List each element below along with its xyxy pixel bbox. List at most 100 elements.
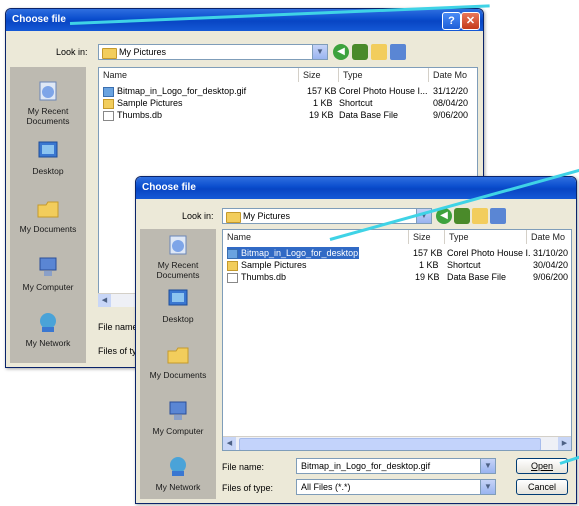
place-label: Desktop xyxy=(162,314,194,324)
file-row[interactable]: Sample Pictures 1 KB Shortcut 08/04/20 xyxy=(103,97,475,109)
view-menu-icon[interactable] xyxy=(490,208,506,224)
file-date: 08/04/20 xyxy=(433,98,469,108)
help-button[interactable]: ? xyxy=(442,12,461,30)
look-in-combo[interactable]: My Pictures ▼ xyxy=(222,208,432,224)
file-size: 157 KB xyxy=(413,248,443,258)
place-my-network[interactable]: My Network xyxy=(10,311,86,348)
column-header-date[interactable]: Date Mo xyxy=(429,68,477,82)
place-desktop[interactable]: Desktop xyxy=(140,287,216,324)
file-row[interactable]: Thumbs.db 19 KB Data Base File 9/06/200 xyxy=(103,109,475,121)
back-arrow-icon[interactable]: ◀ xyxy=(333,44,349,60)
scroll-right-icon[interactable]: ▶ xyxy=(558,437,571,450)
place-my-recent-documents[interactable]: My Recent Documents xyxy=(140,233,216,280)
look-in-label: Look in: xyxy=(56,47,88,57)
chevron-down-icon[interactable]: ▼ xyxy=(480,480,495,494)
shortcut-folder-icon xyxy=(103,98,114,109)
file-row-selected[interactable]: Bitmap_in_Logo_for_desktop.gif 157 KB Co… xyxy=(227,247,571,259)
file-row[interactable]: Bitmap_in_Logo_for_desktop.gif 157 KB Co… xyxy=(103,85,475,97)
up-folder-icon[interactable] xyxy=(352,44,368,60)
files-of-type-label: Files of type: xyxy=(222,483,274,493)
front-dialog: Choose file Look in: My Pictures ▼ ◀ My … xyxy=(135,176,577,504)
place-desktop[interactable]: Desktop xyxy=(10,139,86,176)
file-type: Corel Photo House I... xyxy=(447,248,531,258)
file-name: Bitmap_in_Logo_for_desktop.gif xyxy=(241,248,359,258)
file-type: Shortcut xyxy=(339,98,373,108)
my-computer-icon xyxy=(39,257,57,276)
new-folder-icon[interactable] xyxy=(472,208,488,224)
file-name-cell: Sample Pictures xyxy=(227,259,407,271)
file-date: 31/10/20 xyxy=(533,248,569,258)
file-row[interactable]: Sample Pictures 1 KB Shortcut 30/04/20 xyxy=(227,259,571,271)
file-name-input[interactable]: Bitmap_in_Logo_for_desktop.gif ▼ xyxy=(296,458,496,474)
column-header-type[interactable]: Type xyxy=(445,230,527,244)
place-my-recent-documents[interactable]: My Recent Documents xyxy=(10,79,86,126)
file-name-cell: Bitmap_in_Logo_for_desktop.gif xyxy=(103,85,293,97)
file-row[interactable]: Thumbs.db 19 KB Data Base File 9/06/200 xyxy=(227,271,571,283)
file-type: Corel Photo House I... xyxy=(339,86,428,96)
new-folder-icon[interactable] xyxy=(371,44,387,60)
place-my-documents[interactable]: My Documents xyxy=(140,343,216,380)
network-icon xyxy=(40,313,56,332)
file-name: Thumbs.db xyxy=(117,110,163,120)
place-my-computer[interactable]: My Computer xyxy=(10,255,86,292)
front-file-list[interactable]: Name Size Type Date Mo Bitmap_in_Logo_fo… xyxy=(222,229,572,451)
file-date: 9/06/200 xyxy=(433,110,469,120)
my-computer-icon xyxy=(169,401,187,420)
file-name-cell: Thumbs.db xyxy=(227,271,407,283)
file-name-cell: Bitmap_in_Logo_for_desktop.gif xyxy=(227,247,359,259)
column-header-size[interactable]: Size xyxy=(299,68,339,82)
file-type: Data Base File xyxy=(339,110,399,120)
place-label: My Documents xyxy=(149,370,207,380)
look-in-value: My Pictures xyxy=(243,211,291,221)
close-button[interactable]: ✕ xyxy=(461,12,480,30)
files-of-type-select[interactable]: All Files (*.*) ▼ xyxy=(296,479,496,495)
column-header-date[interactable]: Date Mo xyxy=(527,230,571,244)
my-documents-icon xyxy=(167,347,189,364)
place-my-documents[interactable]: My Documents xyxy=(10,197,86,234)
front-horizontal-scrollbar[interactable]: ◀ ▶ xyxy=(223,436,571,450)
place-label: My Computer xyxy=(22,282,74,292)
recent-documents-icon xyxy=(39,81,57,101)
chevron-down-icon[interactable]: ▼ xyxy=(480,459,495,473)
front-places-bar: My Recent Documents Desktop My Documents… xyxy=(140,229,216,499)
column-header-size[interactable]: Size xyxy=(409,230,445,244)
look-in-label: Look in: xyxy=(182,211,214,221)
place-my-network[interactable]: My Network xyxy=(140,455,216,492)
column-header-name[interactable]: Name xyxy=(223,230,409,244)
file-name-label: File name: xyxy=(222,462,265,472)
look-in-value: My Pictures xyxy=(119,47,167,57)
file-name-cell: Thumbs.db xyxy=(103,109,293,121)
place-label: My Recent Documents xyxy=(156,260,200,280)
cancel-button[interactable]: Cancel xyxy=(516,479,568,495)
network-icon xyxy=(170,457,186,476)
chevron-down-icon[interactable]: ▼ xyxy=(312,45,327,59)
back-dialog-title: Choose file xyxy=(12,14,66,25)
folder-icon xyxy=(226,212,241,223)
view-menu-icon[interactable] xyxy=(390,44,406,60)
file-icon xyxy=(227,272,238,283)
folder-icon xyxy=(102,48,117,59)
back-places-bar: My Recent Documents Desktop My Documents… xyxy=(10,67,86,363)
up-folder-icon[interactable] xyxy=(454,208,470,224)
file-name: Thumbs.db xyxy=(241,272,287,282)
column-header-type[interactable]: Type xyxy=(339,68,429,82)
open-button[interactable]: Open xyxy=(516,458,568,474)
file-icon xyxy=(103,110,114,121)
look-in-combo[interactable]: My Pictures ▼ xyxy=(98,44,328,60)
place-label: My Recent Documents xyxy=(26,106,70,126)
back-title-bar[interactable]: Choose file ? ✕ xyxy=(6,9,483,31)
column-header-name[interactable]: Name xyxy=(99,68,299,82)
open-button-label: Open xyxy=(530,461,554,471)
back-horizontal-scrollbar[interactable]: ◀ xyxy=(98,293,138,307)
scroll-thumb[interactable] xyxy=(239,438,541,450)
place-my-computer[interactable]: My Computer xyxy=(140,399,216,436)
file-name-value: Bitmap_in_Logo_for_desktop.gif xyxy=(301,461,431,471)
file-date: 30/04/20 xyxy=(533,260,569,270)
cancel-button-label: Cancel xyxy=(527,482,556,492)
shortcut-folder-icon xyxy=(227,260,238,271)
front-dialog-title: Choose file xyxy=(142,182,196,193)
scroll-left-icon[interactable]: ◀ xyxy=(98,294,111,307)
scroll-left-icon[interactable]: ◀ xyxy=(223,437,236,450)
file-size: 1 KB xyxy=(419,260,439,270)
file-size: 19 KB xyxy=(415,272,440,282)
